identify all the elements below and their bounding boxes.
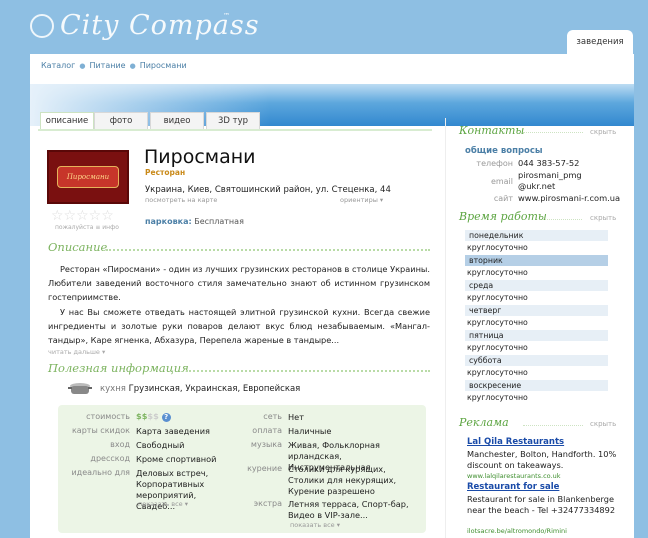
hours-hide-link[interactable]: скрыть: [590, 214, 616, 222]
hours-heading: Время работы: [459, 210, 547, 223]
help-icon[interactable]: ?: [161, 413, 171, 422]
hours-monday: круглосуточно: [467, 243, 528, 252]
parking-label: парковка:: [145, 217, 192, 226]
payment-label: оплата: [252, 426, 282, 435]
description-paragraph-2: У нас Вы сможете отведать настоящей элит…: [48, 307, 430, 345]
heading-divider: [523, 132, 583, 133]
ad-text-1: Manchester, Bolton, Handforth. 10% disco…: [467, 449, 617, 470]
parking-info: парковка: Бесплатная: [145, 217, 244, 226]
phone-label: телефон: [476, 159, 513, 168]
heading-divider: [186, 370, 430, 372]
venue-address: Украина, Киев, Святошинский район, ул. С…: [145, 185, 391, 195]
payment-value: Наличные: [288, 426, 332, 436]
extra-value: Летняя терраса, Спорт-бар, Видео в VIP-з…: [288, 499, 409, 520]
parking-value: Бесплатная: [194, 217, 244, 226]
breadcrumb-catalog[interactable]: Каталог: [41, 61, 75, 70]
read-more-link[interactable]: читать дальше ▾: [48, 348, 105, 356]
useful-info-heading: Полезная информация: [48, 361, 189, 375]
tab-underline: [38, 129, 432, 131]
hours-wednesday: круглосуточно: [467, 293, 528, 302]
show-all-link[interactable]: показать все ▾: [138, 500, 188, 508]
dresscode-label: дресскод: [90, 454, 130, 463]
cost-value: $$$$ ?: [136, 411, 171, 422]
smoking-value: Столики для курящих, Столики для некурящ…: [288, 464, 397, 496]
heading-divider: [106, 249, 430, 251]
description-heading: Описание: [48, 240, 108, 254]
day-wednesday: среда: [465, 280, 608, 291]
day-tuesday: вторник: [465, 255, 608, 266]
rating-stars[interactable]: ☆☆☆☆☆: [51, 208, 114, 224]
entrance-value: Свободный: [136, 440, 185, 450]
smoking-label: курение: [247, 464, 282, 473]
ideal-for-label: идеально для: [71, 468, 130, 477]
phone-value: 044 383-57-52: [518, 158, 580, 168]
cuisine-info: кухня Грузинская, Украинская, Европейска…: [100, 384, 300, 394]
ad-url-1[interactable]: www.lalqilarestaurants.co.uk: [467, 472, 560, 480]
ad-text-2: Restaurant for sale in Blankenberge near…: [467, 494, 616, 515]
ad-title-2[interactable]: Restaurant for sale: [467, 482, 559, 492]
heading-divider: [542, 219, 582, 220]
discount-cards-value: Карта заведения: [136, 426, 210, 436]
ad-url-2[interactable]: ilotsacre.be/altromondo/Rimini: [467, 527, 567, 535]
venue-category[interactable]: Ресторан: [145, 168, 185, 177]
extra-label: экстра: [253, 499, 282, 508]
landmarks-link[interactable]: ориентиры ▾: [340, 196, 383, 204]
tab-places[interactable]: заведения: [567, 30, 633, 54]
cuisine-label: кухня: [100, 384, 126, 394]
hours-sunday: круглосуточно: [467, 393, 528, 402]
music-label: музыка: [250, 440, 282, 449]
breadcrumb: Каталог ● Питание ● Пиросмани: [41, 61, 187, 70]
tab-photo[interactable]: фото: [94, 112, 148, 129]
cost-label: стоимость: [86, 412, 130, 421]
ads-hide-link[interactable]: скрыть: [590, 420, 616, 428]
general-questions-label: общие вопросы: [465, 146, 543, 156]
cost-active: $$: [136, 411, 148, 421]
venue-logo[interactable]: Пиросмани: [47, 150, 129, 204]
breadcrumb-food[interactable]: Питание: [89, 61, 125, 70]
hours-saturday: круглосуточно: [467, 368, 528, 377]
logo-trademark: ™: [223, 12, 230, 20]
tab-3d-tour[interactable]: 3D тур: [206, 112, 260, 129]
chain-value: Нет: [288, 412, 304, 422]
hours-tuesday: круглосуточно: [467, 268, 528, 277]
heading-divider: [523, 425, 583, 426]
email-label: email: [490, 177, 513, 186]
email-value[interactable]: pirosmani_pmg @ukr.net: [518, 170, 582, 192]
day-friday: пятница: [465, 330, 608, 341]
rating-hint: пожалуйста ≡ инфо: [55, 224, 119, 231]
show-all-link[interactable]: показать все ▾: [290, 521, 340, 529]
sidebar-divider: [445, 118, 446, 538]
description-paragraph-1: Ресторан «Пиросмани» - один из лучших гр…: [48, 264, 430, 302]
show-on-map-link[interactable]: посмотреть на карте: [145, 196, 217, 204]
hours-thursday: круглосуточно: [467, 318, 528, 327]
tab-video[interactable]: видео: [150, 112, 204, 129]
discount-cards-label: карты скидок: [71, 426, 130, 435]
contacts-hide-link[interactable]: скрыть: [590, 128, 616, 136]
contacts-heading: Контакты: [459, 124, 525, 137]
hours-friday: круглосуточно: [467, 343, 528, 352]
page-title: Пиросмани: [144, 146, 256, 168]
breadcrumb-separator: ●: [129, 62, 136, 70]
cuisine-pot-icon: [68, 383, 92, 394]
day-saturday: суббота: [465, 355, 608, 366]
breadcrumb-separator: ●: [79, 62, 86, 70]
site-link[interactable]: www.pirosmani-r.com.ua: [518, 193, 620, 204]
chain-label: сеть: [263, 412, 282, 421]
day-thursday: четверг: [465, 305, 608, 316]
site-label: сайт: [493, 194, 513, 203]
day-sunday: воскресение: [465, 380, 608, 391]
venue-logo-text: Пиросмани: [57, 166, 119, 188]
dresscode-value: Кроме спортивной: [136, 454, 217, 464]
ads-heading: Реклама: [459, 416, 509, 429]
breadcrumb-current: Пиросмани: [139, 61, 187, 70]
ad-title-1[interactable]: Lal Qila Restaurants: [467, 437, 564, 447]
entrance-label: вход: [110, 440, 130, 449]
cost-inactive: $$: [147, 411, 159, 421]
cuisine-value: Грузинская, Украинская, Европейская: [128, 384, 301, 394]
day-monday: понедельник: [465, 230, 608, 241]
